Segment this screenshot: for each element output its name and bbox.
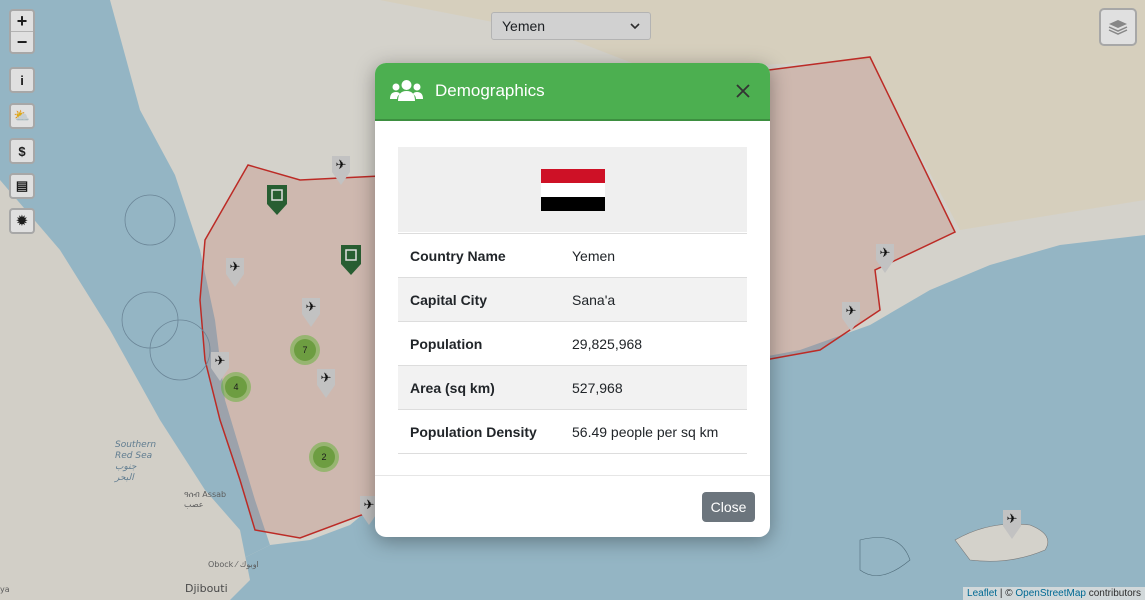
table-row: Population 29,825,968	[398, 321, 747, 366]
row-value: 56.49 people per sq km	[560, 409, 747, 454]
table-row: Country Name Yemen	[398, 233, 747, 278]
users-icon	[390, 80, 423, 101]
table-row: Population Density 56.49 people per sq km	[398, 409, 747, 454]
row-value: Sana'a	[560, 277, 747, 322]
close-button[interactable]: Close	[702, 492, 755, 522]
demographics-table: Country Name Yemen Capital City Sana'a Pop…	[398, 233, 747, 454]
flag-container	[398, 147, 747, 232]
modal-title: Demographics	[435, 81, 545, 100]
country-flag	[540, 168, 605, 211]
row-label: Population	[398, 321, 560, 366]
row-value: 527,968	[560, 365, 747, 410]
row-value: 29,825,968	[560, 321, 747, 366]
modal-footer: Close	[375, 475, 770, 537]
row-label: Capital City	[398, 277, 560, 322]
table-row: Capital City Sana'a	[398, 277, 747, 322]
row-label: Country Name	[398, 233, 560, 278]
row-label: Area (sq km)	[398, 365, 560, 410]
row-value: Yemen	[560, 233, 747, 278]
close-icon	[736, 84, 750, 98]
row-label: Population Density	[398, 409, 560, 454]
modal-header: Demographics	[375, 63, 770, 121]
modal-close-x[interactable]	[731, 79, 755, 103]
table-row: Area (sq km) 527,968	[398, 365, 747, 410]
demographics-modal: Demographics Country Name Yemen Capital C…	[375, 63, 770, 537]
